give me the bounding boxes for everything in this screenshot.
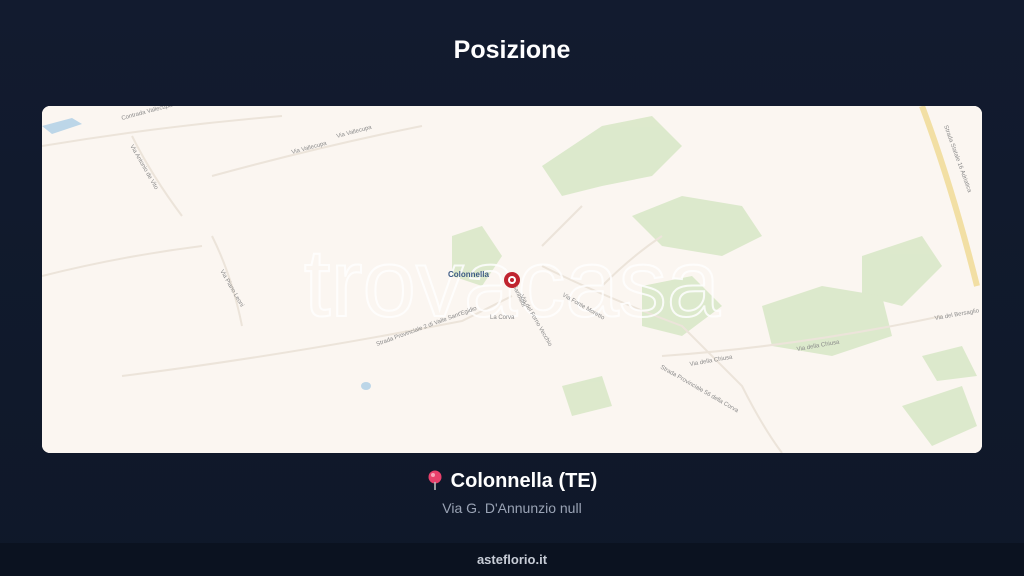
page: Posizione trovacasa Contrada Vallecupa V… (0, 0, 1024, 576)
page-title: Posizione (453, 36, 571, 64)
footer-brand[interactable]: asteflorio.it (477, 552, 547, 567)
location-name-text: Colonnella (TE) (450, 470, 598, 492)
location-marker[interactable] (504, 272, 520, 288)
map-view[interactable]: trovacasa Contrada Vallecupa Via Vallecu… (42, 106, 982, 453)
pond (361, 382, 371, 390)
footer: asteflorio.it (0, 543, 1024, 576)
location-address: Via G. D'Annunzio null (442, 500, 582, 516)
location-name: Colonnella (TE) (0, 470, 1024, 496)
place-label: Colonnella (448, 270, 489, 279)
map-pin-icon (427, 470, 443, 496)
road-label: La Corva (490, 315, 515, 321)
